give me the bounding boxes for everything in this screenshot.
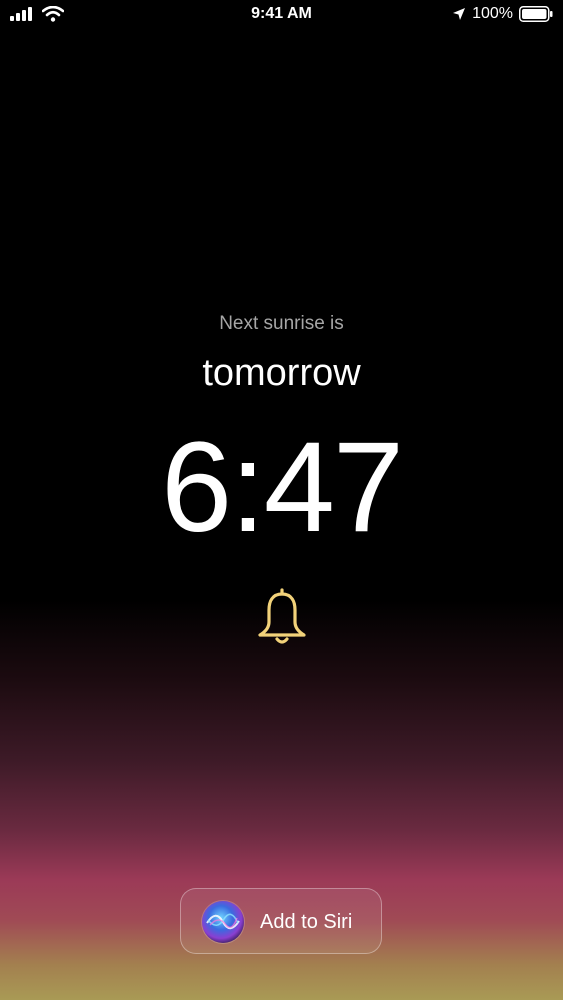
sunrise-subtitle: Next sunrise is [219,313,344,334]
battery-percent: 100% [472,5,513,22]
status-bar: 9:41 AM 100% [0,0,563,30]
sunrise-time: 6:47 [160,416,404,559]
status-right: 100% [452,5,553,23]
battery-icon [519,6,553,22]
siri-orb-icon [202,901,244,943]
add-to-siri-button[interactable]: Add to Siri [180,888,382,954]
add-to-siri-label: Add to Siri [260,911,353,933]
sunrise-day: tomorrow [202,352,361,394]
location-arrow-icon [453,8,466,20]
bell-icon[interactable] [255,588,309,648]
